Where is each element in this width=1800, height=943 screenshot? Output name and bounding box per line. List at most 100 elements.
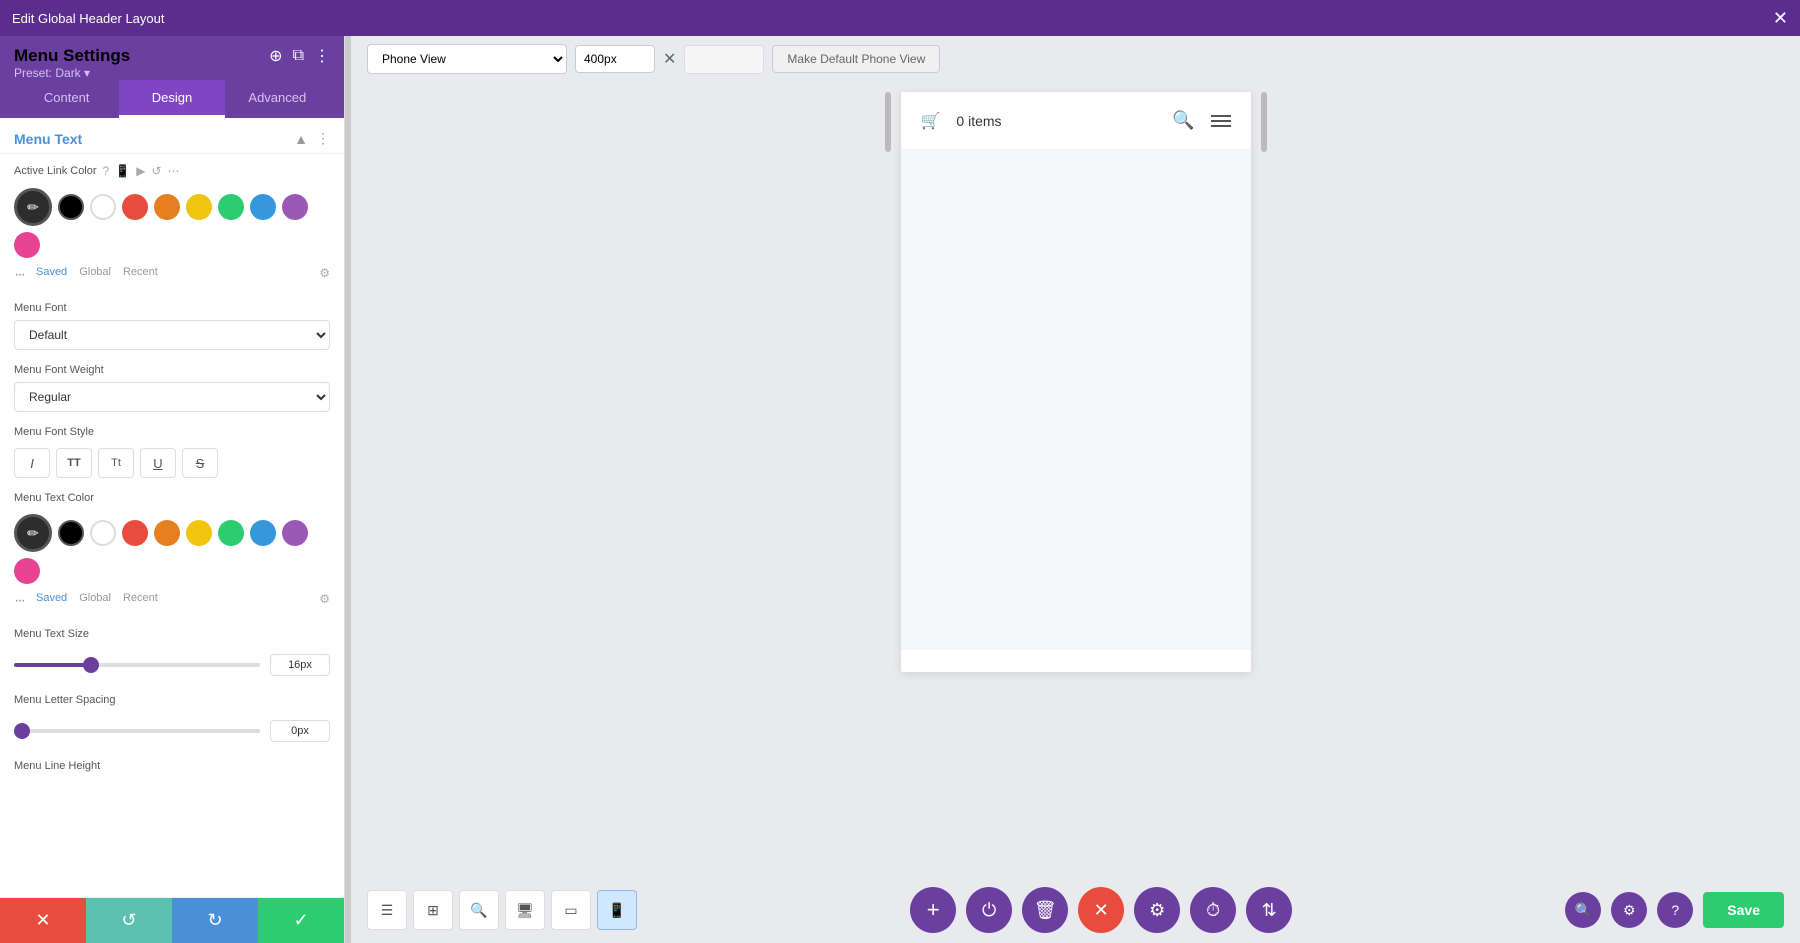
uppercase-btn[interactable]: TT: [56, 448, 92, 478]
menu-letter-spacing-slider-row: [0, 716, 344, 750]
menu-letter-spacing-input[interactable]: [270, 720, 330, 742]
close-center-btn[interactable]: ✕: [1078, 887, 1124, 933]
more-options-icon[interactable]: ⋯: [167, 164, 179, 178]
split-icon[interactable]: ⧉: [293, 47, 304, 65]
desktop-view-btn[interactable]: 🖥: [505, 890, 545, 930]
text-color-orange[interactable]: [154, 520, 180, 546]
text-color-blue[interactable]: [250, 520, 276, 546]
search-icon-canvas[interactable]: 🔍: [1172, 110, 1194, 131]
italic-btn[interactable]: I: [14, 448, 50, 478]
color-swatch-white[interactable]: [90, 194, 116, 220]
capitalize-btn[interactable]: Tt: [98, 448, 134, 478]
trash-btn[interactable]: 🗑: [1022, 887, 1068, 933]
power-btn[interactable]: ⏻: [966, 887, 1012, 933]
color-tab-saved[interactable]: Saved: [36, 266, 67, 284]
menu-text-size-slider[interactable]: [14, 663, 260, 667]
color-swatch-pink[interactable]: [14, 232, 40, 258]
menu-font-select[interactable]: Default: [14, 320, 330, 350]
collapse-section-btn[interactable]: ▲: [294, 131, 308, 147]
confirm-action-btn[interactable]: ✓: [258, 898, 344, 943]
menu-font-label: Menu Font: [14, 302, 67, 314]
hamburger-icon[interactable]: [1211, 115, 1231, 127]
tab-design[interactable]: Design: [119, 80, 224, 118]
strikethrough-btn[interactable]: S: [182, 448, 218, 478]
color-picker-open-btn[interactable]: ✏: [14, 188, 52, 226]
tab-content[interactable]: Content: [14, 80, 119, 118]
text-color-red[interactable]: [122, 520, 148, 546]
menu-text-size-input[interactable]: [270, 654, 330, 676]
tab-advanced[interactable]: Advanced: [225, 80, 330, 118]
help-icon[interactable]: ?: [103, 164, 110, 178]
close-button[interactable]: ✕: [1773, 8, 1788, 29]
color-swatch-yellow[interactable]: [186, 194, 212, 220]
color-swatch-orange[interactable]: [154, 194, 180, 220]
color-swatch-purple[interactable]: [282, 194, 308, 220]
history-btn[interactable]: ⏱: [1190, 887, 1236, 933]
color-tabs-2: ··· Saved Global Recent ⚙: [0, 588, 344, 618]
preset-label[interactable]: Preset: Dark ▾: [14, 66, 130, 80]
more-icon[interactable]: ⋮: [314, 46, 330, 66]
settings-text-color-icon[interactable]: ⚙: [319, 592, 330, 610]
underline-btn[interactable]: U: [140, 448, 176, 478]
layout-list-btn[interactable]: ☰: [367, 890, 407, 930]
search-tool-btn[interactable]: 🔍: [459, 890, 499, 930]
add-element-btn[interactable]: +: [910, 887, 956, 933]
text-color-tab-saved[interactable]: Saved: [36, 592, 67, 610]
color-tab-recent[interactable]: Recent: [123, 266, 158, 284]
viewport-secondary-input[interactable]: [684, 45, 764, 74]
undo-icon[interactable]: ↺: [151, 164, 161, 178]
dots-icon-2[interactable]: ···: [14, 592, 24, 610]
text-color-pink[interactable]: [14, 558, 40, 584]
viewport-close-btn[interactable]: ✕: [663, 49, 676, 69]
make-default-btn[interactable]: Make Default Phone View: [772, 45, 940, 73]
help-right-btn[interactable]: ?: [1657, 892, 1693, 928]
menu-font-weight-select[interactable]: Regular: [14, 382, 330, 412]
text-color-dark[interactable]: [58, 520, 84, 546]
panel-bottom-actions: ✕ ↺ ↻ ✓: [0, 897, 344, 943]
canvas-right-handle[interactable]: [1261, 92, 1267, 152]
text-color-purple[interactable]: [282, 520, 308, 546]
tablet-view-btn[interactable]: ▭: [551, 890, 591, 930]
text-color-tab-recent[interactable]: Recent: [123, 592, 158, 610]
text-color-green[interactable]: [218, 520, 244, 546]
active-link-color-row: Active Link Color ? 📱 ▶ ↺ ⋯: [0, 154, 344, 188]
phone-view-btn[interactable]: 📱: [597, 890, 637, 930]
focus-icon[interactable]: ⊕: [269, 46, 282, 66]
text-color-picker-btn[interactable]: ✏: [14, 514, 52, 552]
pointer-icon[interactable]: ▶: [136, 164, 145, 178]
section-title: Menu Text: [14, 131, 82, 147]
viewport-width-input[interactable]: [575, 45, 655, 73]
active-link-color-label: Active Link Color: [14, 165, 97, 177]
sort-btn[interactable]: ⇅: [1246, 887, 1292, 933]
left-panel: Menu Settings Preset: Dark ▾ ⊕ ⧉ ⋮ Conte…: [0, 36, 345, 943]
save-button[interactable]: Save: [1703, 892, 1784, 928]
dots-icon[interactable]: ···: [14, 266, 24, 284]
menu-letter-spacing-slider[interactable]: [14, 729, 260, 733]
section-more-btn[interactable]: ⋮: [316, 130, 330, 147]
menu-text-color-label: Menu Text Color: [14, 492, 94, 504]
text-color-yellow[interactable]: [186, 520, 212, 546]
menu-text-section: Menu Text ▲ ⋮: [0, 118, 344, 154]
color-tab-global[interactable]: Global: [79, 266, 111, 284]
settings-color-icon[interactable]: ⚙: [319, 266, 330, 284]
redo-action-btn[interactable]: ↻: [172, 898, 258, 943]
color-swatch-red[interactable]: [122, 194, 148, 220]
mobile-icon[interactable]: 📱: [115, 164, 130, 178]
color-swatch-green[interactable]: [218, 194, 244, 220]
text-color-white[interactable]: [90, 520, 116, 546]
settings-btn[interactable]: ⚙: [1134, 887, 1180, 933]
undo-action-btn[interactable]: ↺: [86, 898, 172, 943]
layout-grid-btn[interactable]: ⊞: [413, 890, 453, 930]
settings-right-btn[interactable]: ⚙: [1611, 892, 1647, 928]
active-link-color-swatches: ✏: [0, 188, 344, 262]
canvas-left-handle[interactable]: [885, 92, 891, 152]
cancel-action-btn[interactable]: ✕: [0, 898, 86, 943]
settings-title: Menu Settings: [14, 46, 130, 66]
viewport-select[interactable]: Phone View: [367, 44, 567, 74]
bottom-left-tools: ☰ ⊞ 🔍 🖥 ▭ 📱: [367, 890, 637, 930]
color-swatch-blue[interactable]: [250, 194, 276, 220]
text-color-tab-global[interactable]: Global: [79, 592, 111, 610]
search-right-btn[interactable]: 🔍: [1565, 892, 1601, 928]
color-swatch-dark[interactable]: [58, 194, 84, 220]
menu-line-height-row: Menu Line Height: [0, 750, 344, 782]
